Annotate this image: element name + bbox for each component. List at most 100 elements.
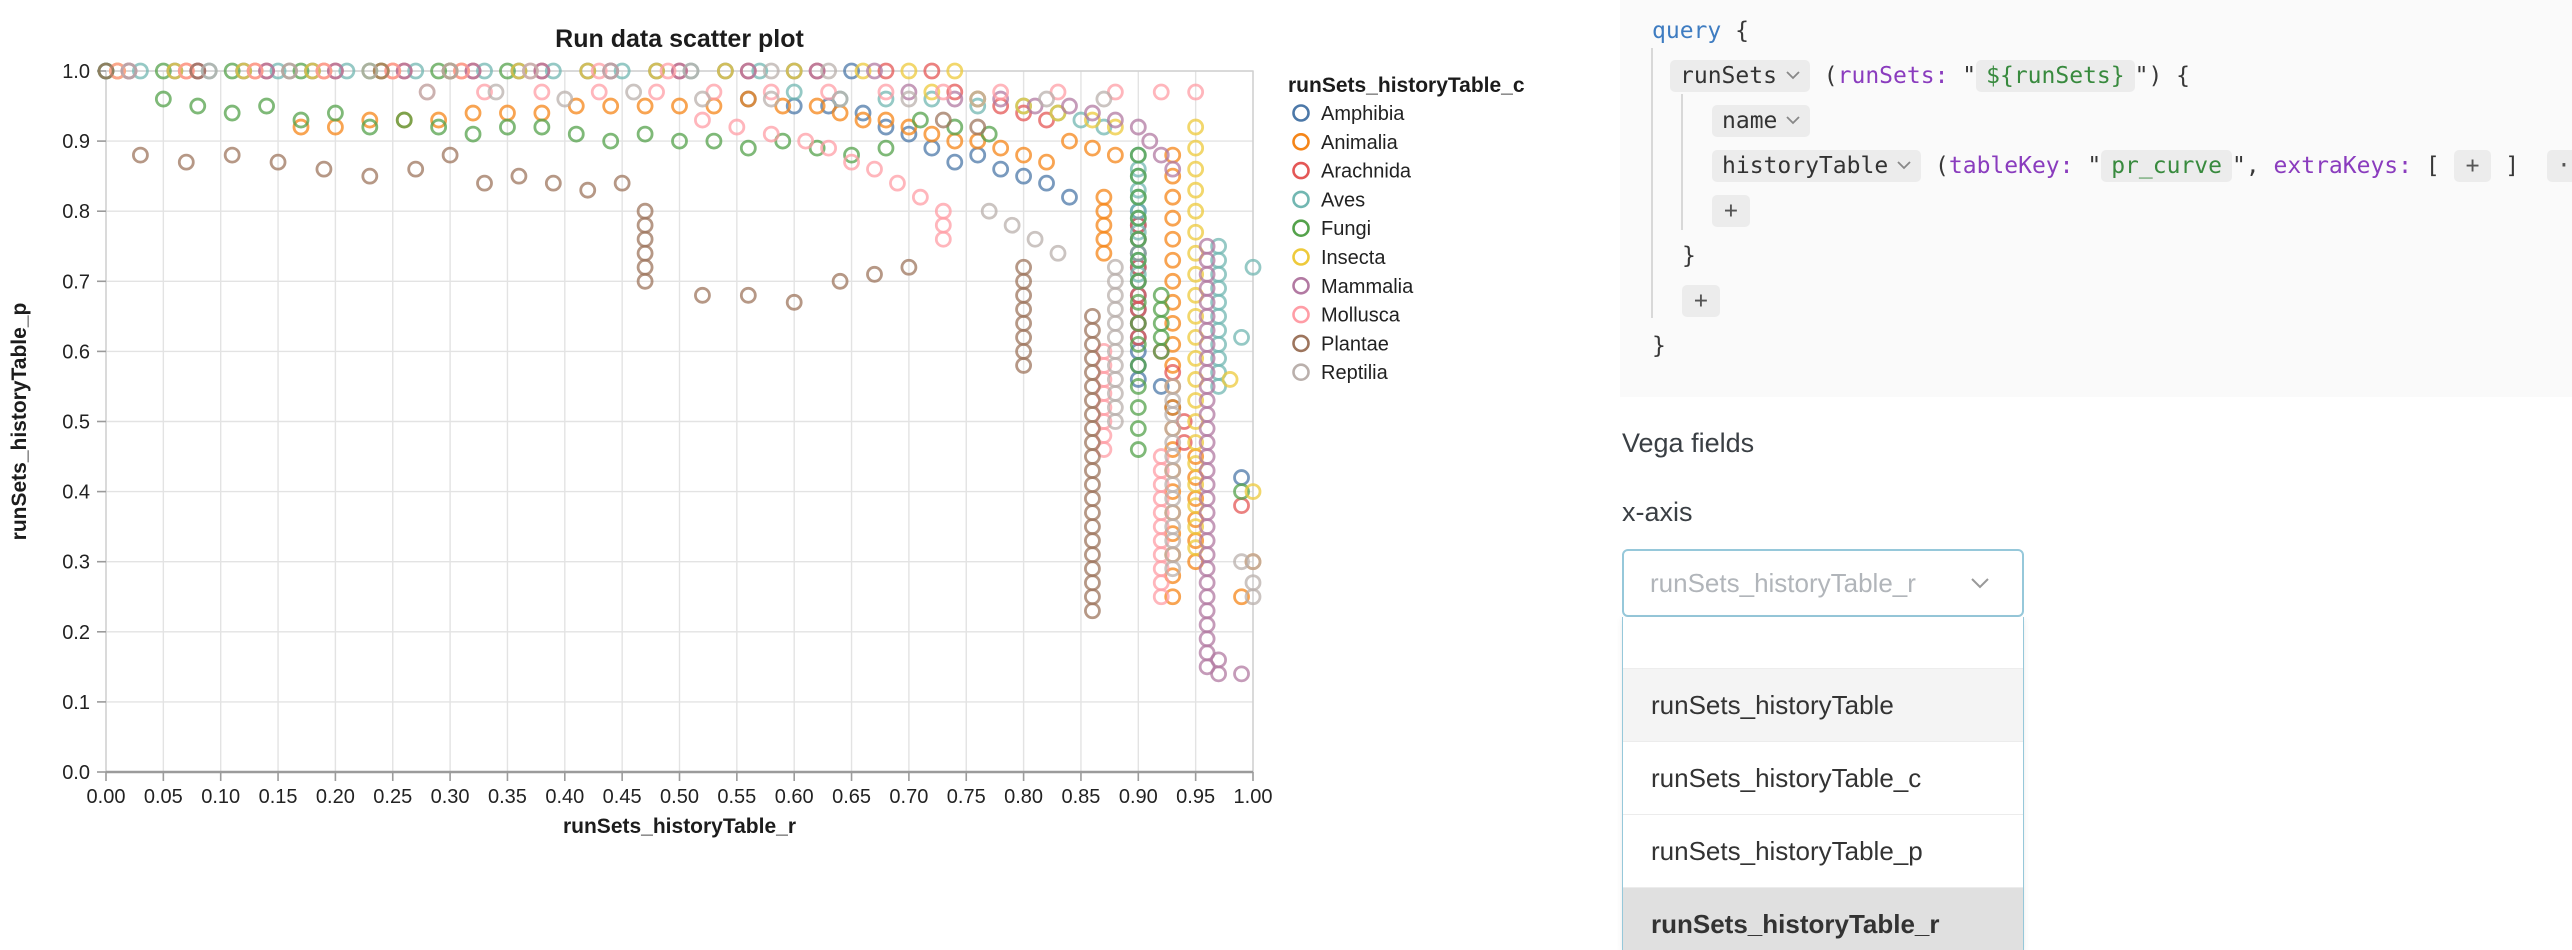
svg-text:0.60: 0.60 [775,786,814,808]
svg-text:0.10: 0.10 [201,786,240,808]
legend-item-mammalia: Mammalia [1294,276,1415,298]
code-token: " [1948,63,1976,89]
svg-text:0.05: 0.05 [144,786,183,808]
legend-label: Plantae [1321,333,1389,355]
legend-label: Reptilia [1321,362,1389,384]
legend-swatch [1294,278,1309,293]
code-token: [ [2412,153,2454,179]
svg-text:1.0: 1.0 [62,61,90,83]
legend-swatch [1294,134,1309,149]
dropdown-search-input[interactable] [1623,617,2023,669]
legend-swatch [1294,163,1309,178]
template-variable-chip[interactable]: ${runSets} [1976,60,2134,92]
field-chip-historytable[interactable]: historyTable [1712,150,1921,182]
legend-swatch [1294,106,1309,121]
y-axis-title: runSets_historyTable_p [8,303,31,541]
svg-text:0.4: 0.4 [62,482,90,504]
query-code: query {runSets (runSets: "${runSets}") {… [1620,8,2572,368]
legend-item-plantae: Plantae [1294,333,1389,355]
legend-swatch [1294,192,1309,207]
svg-text:0.5: 0.5 [62,412,90,434]
code-line: runSets (runSets: "${runSets}") { [1620,53,2572,98]
field-chip-label: name [1722,108,1777,134]
x-axis-title: runSets_historyTable_r [563,815,796,838]
legend-item-animalia: Animalia [1294,132,1399,154]
field-chip-name[interactable]: name [1712,105,1810,137]
chevron-down-icon [1786,71,1800,80]
svg-text:0.6: 0.6 [62,341,90,363]
svg-text:0.85: 0.85 [1061,786,1100,808]
code-token: extraKeys: [2274,153,2412,179]
code-token: ", [2232,153,2274,179]
code-line: + [1620,278,2572,323]
series-arachnida [122,64,1249,513]
dropdown-option-runsets_historytable_r[interactable]: runSets_historyTable_r [1623,887,2023,950]
dropdown-option-runsets_historytable_p[interactable]: runSets_historyTable_p [1623,814,2023,887]
legend-item-aves: Aves [1294,189,1366,211]
more-options-button[interactable]: ··· [2547,150,2572,182]
code-token: query [1652,18,1721,44]
chevron-down-icon [1970,577,1990,589]
add-field-button[interactable]: + [2454,150,2492,182]
dropdown-option-runsets_historytable_c[interactable]: runSets_historyTable_c [1623,741,2023,814]
code-line: } [1620,323,2572,368]
field-chip-label: historyTable [1722,153,1888,179]
x-axis-field-select[interactable]: runSets_historyTable_r [1622,549,2024,617]
vega-panel-editor: 0.000.050.100.150.200.250.300.350.400.45… [0,0,2572,950]
code-token: tableKey: [1949,153,2074,179]
code-line: historyTable (tableKey: "pr_curve", extr… [1620,143,2572,188]
svg-text:0.00: 0.00 [87,786,126,808]
code-token: ( [1810,63,1838,89]
svg-text:0.1: 0.1 [62,692,90,714]
svg-text:0.90: 0.90 [1119,786,1158,808]
svg-text:0.9: 0.9 [62,131,90,153]
svg-text:0.55: 0.55 [717,786,756,808]
field-chip-label: runSets [1680,63,1777,89]
chart-title: Run data scatter plot [555,25,804,53]
svg-text:0.25: 0.25 [373,786,412,808]
legend-swatch [1294,365,1309,380]
legend-title: runSets_historyTable_c [1288,74,1525,97]
code-line: query { [1620,8,2572,53]
svg-text:0.50: 0.50 [660,786,699,808]
legend-label: Aves [1321,189,1365,211]
code-token: " [2074,153,2102,179]
series-mammalia [122,64,1249,681]
svg-text:0.2: 0.2 [62,622,90,644]
legend-item-mollusca: Mollusca [1294,305,1401,327]
add-field-button[interactable]: + [1712,195,1750,227]
svg-text:0.0: 0.0 [62,762,90,784]
add-field-button[interactable]: + [1682,285,1720,317]
x-axis-field-menu: runSets_historyTablerunSets_historyTable… [1622,617,2024,950]
legend-label: Amphibia [1321,103,1405,125]
code-token: ] [2491,153,2533,179]
gridlines [106,71,1253,772]
legend-item-amphibia: Amphibia [1294,103,1406,125]
legend-label: Animalia [1321,132,1399,154]
svg-text:0.30: 0.30 [431,786,470,808]
svg-text:0.20: 0.20 [316,786,355,808]
legend-item-fungi: Fungi [1294,218,1372,240]
scatter-chart-panel: 0.000.050.100.150.200.250.300.350.400.45… [0,0,1560,870]
dropdown-option-runsets_historytable[interactable]: runSets_historyTable [1623,669,2023,741]
legend-item-arachnida: Arachnida [1294,161,1412,183]
svg-text:0.45: 0.45 [603,786,642,808]
legend-swatch [1294,307,1309,322]
svg-text:0.8: 0.8 [62,201,90,223]
code-line: + [1620,188,2572,233]
dropdown-options: runSets_historyTablerunSets_historyTable… [1623,669,2023,950]
svg-text:0.15: 0.15 [259,786,298,808]
legend: runSets_historyTable_c Amphibia Animalia Ar… [1288,74,1525,384]
code-token: ( [1921,153,1949,179]
code-token: } [1682,243,1696,269]
svg-text:0.80: 0.80 [1004,786,1043,808]
legend-swatch [1294,250,1309,265]
legend-label: Mammalia [1321,276,1414,298]
query-editor: query {runSets (runSets: "${runSets}") {… [1620,0,2572,397]
field-chip-runsets[interactable]: runSets [1670,60,1810,92]
svg-text:1.00: 1.00 [1234,786,1273,808]
svg-text:0.70: 0.70 [889,786,928,808]
legend-label: Insecta [1321,247,1386,269]
template-variable-chip[interactable]: pr_curve [2101,150,2232,182]
legend-swatch [1294,336,1309,351]
